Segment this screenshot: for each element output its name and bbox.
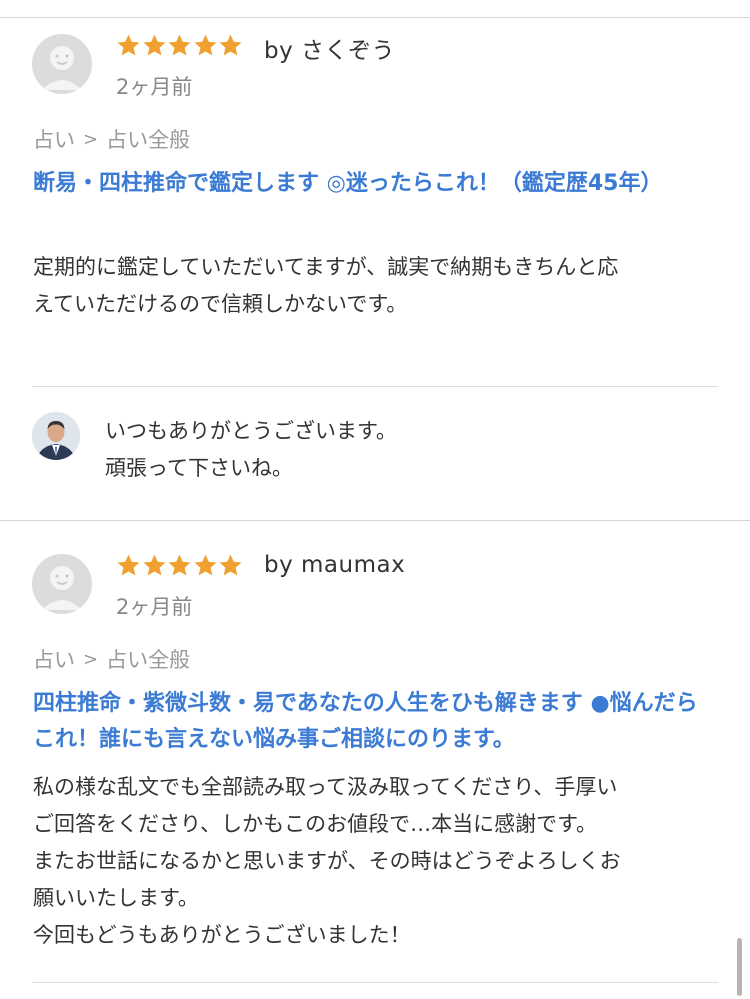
user-avatar-icon[interactable] — [32, 34, 92, 94]
review-text-line: えていただけるので信頼しかないです。 — [33, 292, 408, 316]
reviewer-name[interactable]: by さくぞう — [264, 31, 395, 65]
star-icon — [167, 33, 192, 58]
scrollbar-thumb[interactable] — [737, 938, 742, 996]
review-date: 2ヶ月前 — [116, 595, 193, 619]
breadcrumb-child[interactable]: 占い全般 — [106, 124, 190, 154]
review-divider — [0, 520, 750, 521]
chevron-right-icon: > — [83, 648, 99, 670]
user-avatar-icon[interactable] — [32, 554, 92, 614]
breadcrumb: 占い > 占い全般 — [33, 124, 190, 154]
top-divider — [0, 17, 750, 18]
reply-text-line: いつもありがとうございます。 — [105, 419, 397, 443]
star-icon — [193, 33, 218, 58]
star-icon — [116, 553, 141, 578]
breadcrumb-parent[interactable]: 占い — [33, 124, 75, 154]
rating-stars — [116, 553, 244, 579]
reply-text-line: 頑張って下さいね。 — [105, 456, 293, 480]
star-icon — [193, 553, 218, 578]
review-text-line: ご回答をくださり、しかもこのお値段で…本当に感謝です。 — [33, 812, 598, 836]
review-text: 私の様な乱文でも全部読み取って汲み取ってくださり、手厚い ご回答をくださり、しか… — [33, 769, 723, 954]
review-text-line: 定期的に鑑定していただいてますが、誠実で納期もきちんと応 — [33, 255, 619, 279]
breadcrumb-parent[interactable]: 占い — [33, 644, 75, 674]
star-icon — [167, 553, 192, 578]
review-text-line: またお世話になるかと思いますが、その時はどうぞよろしくお — [33, 849, 621, 873]
rating-stars — [116, 33, 244, 59]
seller-avatar[interactable] — [32, 412, 80, 460]
review-text: 定期的に鑑定していただいてますが、誠実で納期もきちんと応 えていただけるので信頼… — [33, 249, 723, 323]
review-text-line: 今回もどうもありがとうございました！ — [33, 923, 411, 947]
reply-divider — [32, 982, 718, 983]
service-title-link[interactable]: 四柱推命・紫微斗数・易であなたの人生をひも解きます ●悩んだら これ！誰にも言え… — [33, 686, 723, 758]
seller-reply-text: いつもありがとうございます。 頑張って下さいね。 — [105, 413, 397, 487]
star-icon — [142, 553, 167, 578]
breadcrumb-child[interactable]: 占い全般 — [106, 644, 190, 674]
review-text-line: 願いいたします。 — [33, 886, 199, 910]
review-date: 2ヶ月前 — [116, 75, 193, 99]
star-icon — [142, 33, 167, 58]
review-text-line: 私の様な乱文でも全部読み取って汲み取ってくださり、手厚い — [33, 775, 618, 799]
service-title-link[interactable]: 断易・四柱推命で鑑定します ◎迷ったらこれ！（鑑定歴45年） — [33, 166, 723, 202]
star-icon — [218, 553, 243, 578]
star-icon — [116, 33, 141, 58]
reply-divider — [32, 386, 718, 387]
chevron-right-icon: > — [83, 128, 99, 150]
breadcrumb: 占い > 占い全般 — [33, 644, 190, 674]
reviewer-name[interactable]: by maumax — [264, 552, 405, 578]
star-icon — [218, 33, 243, 58]
